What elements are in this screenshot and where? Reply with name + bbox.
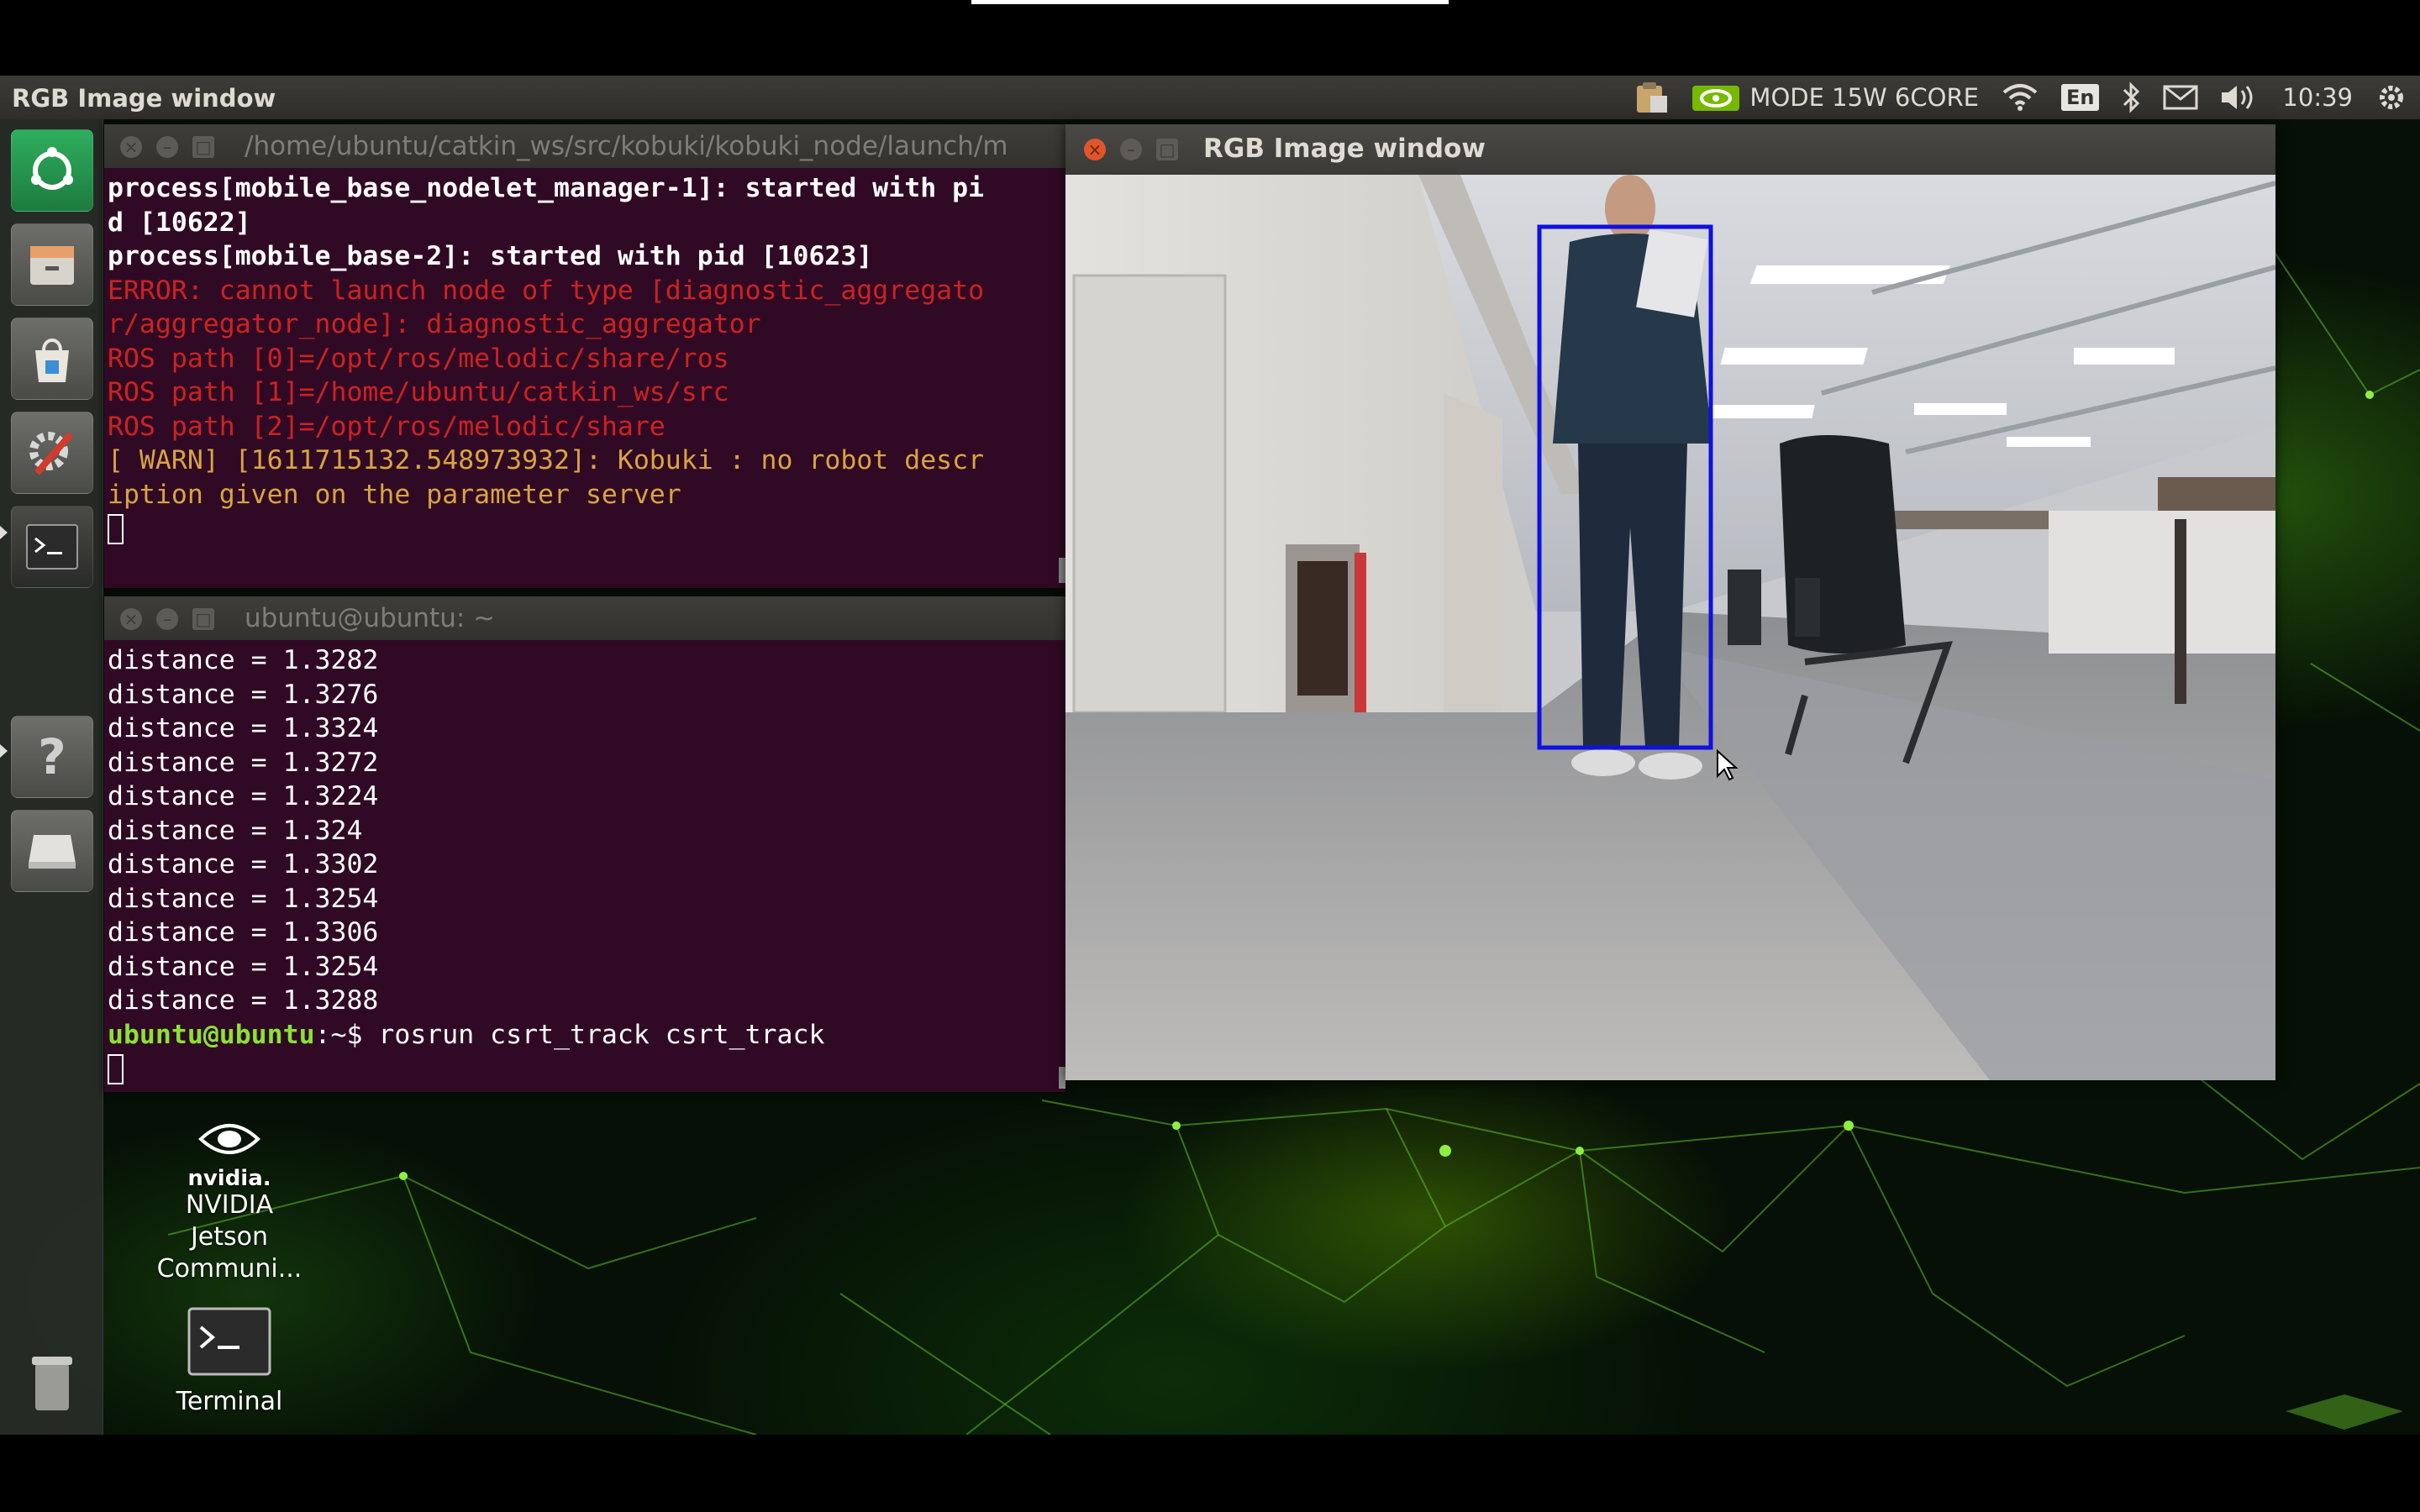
- distance-line: distance = 1.3224: [108, 781, 379, 811]
- distance-line: distance = 1.3288: [108, 985, 379, 1016]
- power-gear-icon[interactable]: [2375, 81, 2408, 114]
- prompt-line: ubuntu@ubuntu:~$ rosrun csrt_track csrt_…: [108, 1018, 1062, 1053]
- distance-line: distance = 1.3272: [108, 747, 379, 778]
- volume-icon[interactable]: [2220, 82, 2260, 113]
- terminal-window-top[interactable]: × – □ /home/ubuntu/catkin_ws/src/kobuki/…: [104, 124, 1065, 588]
- distance-line: distance = 1.3302: [108, 849, 379, 879]
- active-indicator: [0, 526, 8, 539]
- clipboard-icon[interactable]: [1632, 81, 1669, 114]
- software-center-icon[interactable]: [11, 318, 93, 400]
- terminal-bottom-output[interactable]: distance = 1.3282 distance = 1.3276 distan…: [108, 643, 1062, 1089]
- distance-line: distance = 1.3254: [108, 951, 379, 982]
- command-text: rosrun csrt_track csrt_track: [378, 1019, 825, 1050]
- distance-line: distance = 1.3324: [108, 713, 379, 743]
- text-cursor: [108, 1054, 124, 1084]
- shortcut-label: Terminal: [176, 1387, 283, 1416]
- terminal-line: iption given on the parameter server: [108, 479, 681, 510]
- keyboard-layout[interactable]: En: [2060, 84, 2100, 111]
- shortcut-label-line: Communi...: [156, 1254, 302, 1284]
- shortcut-label-line: Jetson: [190, 1222, 269, 1252]
- prompt-user: ubuntu@ubuntu: [108, 1019, 315, 1050]
- rgb-window-title: RGB Image window: [1203, 134, 1486, 164]
- terminal-line: [ WARN] [1611715132.548973932]: Kobuki :…: [108, 445, 985, 475]
- top-letterbox: [0, 0, 2420, 76]
- close-icon[interactable]: ×: [120, 608, 142, 630]
- terminal-top-title: /home/ubuntu/catkin_ws/src/kobuki/kobuki…: [245, 131, 1008, 161]
- prompt-path: :~$: [314, 1019, 379, 1050]
- terminal-line: ERROR: cannot launch node of type [diagn…: [108, 275, 985, 306]
- terminal-line: d [10622]: [108, 207, 251, 238]
- camera-feed-image[interactable]: [1065, 175, 2275, 1080]
- nvidia-power-mode[interactable]: MODE 15W 6CORE: [1691, 81, 1979, 114]
- distance-line: distance = 1.324: [108, 815, 363, 846]
- bluetooth-icon[interactable]: [2121, 81, 2141, 113]
- scrollbar[interactable]: [1059, 1067, 1065, 1089]
- terminal-top-output[interactable]: process[mobile_base_nodelet_manager-1]: …: [108, 171, 1062, 585]
- terminal-icon[interactable]: [11, 506, 93, 588]
- distance-line: distance = 1.3306: [108, 917, 379, 948]
- help-icon[interactable]: ?: [11, 716, 93, 798]
- minimize-icon[interactable]: –: [156, 608, 178, 630]
- terminal-bottom-title: ubuntu@ubuntu: ~: [245, 603, 496, 633]
- launcher: ?: [0, 119, 103, 1435]
- terminal-line: ROS path [0]=/opt/ros/melodic/share/ros: [108, 343, 729, 374]
- distance-line: distance = 1.3254: [108, 883, 379, 914]
- terminal-line: process[mobile_base-2]: started with pid…: [108, 241, 873, 271]
- distance-line: distance = 1.3276: [108, 679, 379, 710]
- drive-icon[interactable]: [11, 810, 93, 892]
- rgb-image-window[interactable]: × – □ RGB Image window: [1065, 124, 2275, 1080]
- nvidia-logo-icon: [198, 1124, 260, 1154]
- power-mode-label: MODE 15W 6CORE: [1749, 83, 1979, 112]
- trash-icon[interactable]: [11, 1341, 93, 1423]
- files-icon[interactable]: [11, 223, 93, 306]
- clock[interactable]: 10:39: [2282, 83, 2353, 112]
- maximize-icon[interactable]: □: [192, 608, 214, 630]
- shortcut-label-line: NVIDIA: [185, 1190, 274, 1220]
- scrollbar[interactable]: [1059, 558, 1065, 583]
- terminal-shortcut[interactable]: Terminal: [150, 1305, 309, 1418]
- close-icon[interactable]: ×: [120, 136, 142, 158]
- distance-line: distance = 1.3282: [108, 645, 379, 675]
- terminal-bottom-titlebar[interactable]: × – □ ubuntu@ubuntu: ~: [104, 596, 1065, 640]
- terminal-window-bottom[interactable]: × – □ ubuntu@ubuntu: ~ distance = 1.3282…: [104, 596, 1065, 1092]
- mail-icon[interactable]: [2163, 84, 2198, 111]
- terminal-top-titlebar[interactable]: × – □ /home/ubuntu/catkin_ws/src/kobuki/…: [104, 124, 1065, 168]
- nvidia-wordmark: nvidia.: [187, 1166, 271, 1191]
- terminal-line: ROS path [2]=/opt/ros/melodic/share: [108, 411, 666, 442]
- minimize-icon[interactable]: –: [1120, 139, 1142, 160]
- terminal-icon: [187, 1307, 271, 1376]
- close-icon[interactable]: ×: [1084, 139, 1106, 160]
- app-title: RGB Image window: [12, 84, 276, 113]
- arrow-indicator: [0, 744, 8, 758]
- maximize-icon[interactable]: □: [1156, 139, 1178, 160]
- terminal-line: r/aggregator_node]: diagnostic_aggregato…: [108, 309, 761, 339]
- bottom-letterbox: [0, 1435, 2420, 1512]
- wifi-icon[interactable]: [2001, 82, 2039, 113]
- terminal-line: process[mobile_base_nodelet_manager-1]: …: [108, 173, 985, 203]
- minimize-icon[interactable]: –: [156, 136, 178, 158]
- text-cursor: [108, 514, 124, 544]
- top-white-bar: [971, 0, 1449, 4]
- rgb-window-titlebar[interactable]: × – □ RGB Image window: [1065, 124, 2275, 175]
- nvidia-logo-icon: [1692, 86, 1740, 111]
- terminal-line: ROS path [1]=/home/ubuntu/catkin_ws/src: [108, 377, 729, 407]
- top-panel: RGB Image window MODE 15W 6CORE En 10:39: [0, 76, 2420, 119]
- maximize-icon[interactable]: □: [192, 136, 214, 158]
- nvidia-jetson-community-shortcut[interactable]: nvidia. NVIDIA Jetson Communi...: [141, 1117, 318, 1285]
- ubuntu-logo-icon[interactable]: [11, 129, 93, 212]
- system-settings-icon[interactable]: [11, 412, 93, 494]
